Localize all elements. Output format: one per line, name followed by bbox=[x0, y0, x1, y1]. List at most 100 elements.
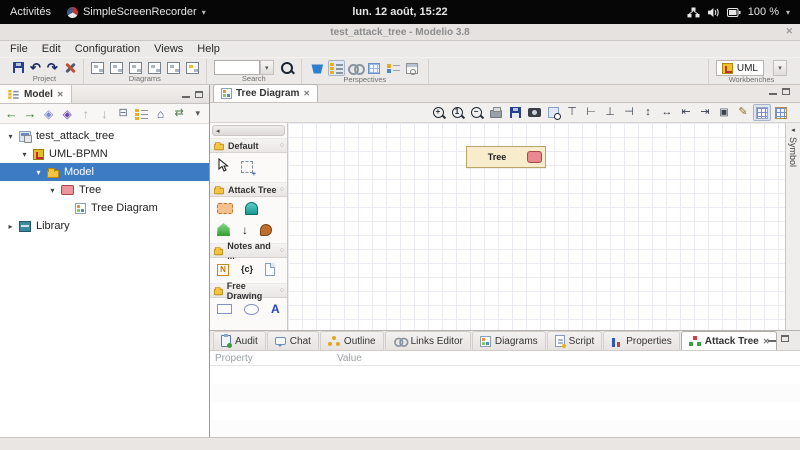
pin-icon[interactable]: ○ bbox=[280, 247, 284, 254]
maximize-button[interactable] bbox=[782, 88, 790, 95]
checklist-perspective-button[interactable] bbox=[385, 60, 402, 76]
move-down-button[interactable]: ↓ bbox=[96, 105, 113, 122]
menu-configuration[interactable]: Configuration bbox=[68, 43, 147, 55]
search-history-dropdown[interactable]: ▾ bbox=[259, 60, 274, 75]
same-width-button[interactable]: ⇤ bbox=[677, 104, 695, 121]
undo-icon[interactable]: ↶ bbox=[30, 61, 41, 74]
package-diagram-icon[interactable] bbox=[109, 61, 123, 74]
screenshot-button[interactable] bbox=[525, 104, 543, 121]
tree-item-library[interactable]: ▸ Library bbox=[0, 217, 209, 235]
column-value[interactable]: Value bbox=[333, 353, 800, 364]
flat-view-button[interactable] bbox=[133, 105, 150, 122]
tab-properties[interactable]: Properties bbox=[603, 331, 680, 350]
expand-arrow-icon[interactable]: ▸ bbox=[6, 222, 15, 231]
rectangle-tool-icon[interactable] bbox=[217, 304, 232, 314]
expand-arrow-icon[interactable]: ▾ bbox=[34, 168, 43, 177]
column-property[interactable]: Property bbox=[210, 353, 333, 364]
app-indicator-menu[interactable]: SimpleScreenRecorder ▾ bbox=[66, 6, 206, 18]
tree-item-tree[interactable]: ▾ Tree bbox=[0, 181, 209, 199]
sequence-diagram-icon[interactable] bbox=[147, 61, 161, 74]
save-image-button[interactable] bbox=[506, 104, 524, 121]
zoom-out-button[interactable]: − bbox=[468, 104, 486, 121]
center-horizontal-button[interactable]: ↔ bbox=[658, 104, 676, 121]
close-icon[interactable]: ✕ bbox=[57, 90, 64, 99]
maximize-button[interactable] bbox=[195, 90, 203, 98]
tab-model[interactable]: Model ✕ bbox=[0, 85, 72, 103]
tree-item-tree-diagram[interactable]: Tree Diagram bbox=[0, 199, 209, 217]
minimize-button[interactable] bbox=[182, 95, 190, 98]
center-vertical-button[interactable]: ↕ bbox=[639, 104, 657, 121]
navigation-button[interactable]: ◈ bbox=[59, 105, 76, 122]
print-button[interactable] bbox=[487, 104, 505, 121]
expand-arrow-icon[interactable]: ▾ bbox=[20, 150, 29, 159]
style-button[interactable]: ✎ bbox=[734, 104, 752, 121]
use-case-diagram-icon[interactable] bbox=[128, 61, 142, 74]
or-gate-tool-icon[interactable] bbox=[217, 223, 230, 236]
save-icon[interactable] bbox=[13, 62, 24, 73]
workbench-selector[interactable]: UML bbox=[715, 60, 764, 76]
align-top-button[interactable]: ⊤ bbox=[563, 104, 581, 121]
ellipse-tool-icon[interactable] bbox=[244, 303, 259, 315]
tab-outline[interactable]: Outline bbox=[319, 331, 384, 350]
tree-item-uml-bpmn[interactable]: ▾ UML-BPMN bbox=[0, 145, 209, 163]
symbol-panel-collapsed[interactable]: ◂ Symbol bbox=[785, 123, 800, 330]
text-tool-icon[interactable]: A bbox=[271, 303, 280, 315]
tab-tree-diagram[interactable]: Tree Diagram ✕ bbox=[213, 84, 319, 102]
tab-script[interactable]: Script bbox=[546, 331, 603, 350]
window-close-button[interactable]: ✕ bbox=[785, 26, 793, 37]
fit-page-button[interactable]: ▣ bbox=[715, 104, 733, 121]
line-tool-icon[interactable]: → bbox=[217, 323, 229, 330]
minimize-button[interactable] bbox=[768, 340, 776, 342]
table-perspective-button[interactable] bbox=[366, 60, 383, 76]
sync-selection-button[interactable]: ⇄ bbox=[171, 105, 188, 122]
menu-edit[interactable]: Edit bbox=[35, 43, 68, 55]
search-icon[interactable] bbox=[280, 61, 294, 75]
bucket-button[interactable] bbox=[309, 60, 326, 76]
minimize-button[interactable] bbox=[769, 93, 777, 95]
menu-help[interactable]: Help bbox=[190, 43, 227, 55]
diagram-canvas[interactable]: Tree bbox=[288, 123, 785, 330]
links-perspective-button[interactable] bbox=[347, 60, 366, 76]
constraint-tool-icon[interactable]: {c} bbox=[241, 265, 253, 274]
activity-diagram-icon[interactable] bbox=[166, 61, 180, 74]
same-height-button[interactable]: ⇥ bbox=[696, 104, 714, 121]
grid-button[interactable] bbox=[753, 104, 771, 121]
properties-table-body[interactable] bbox=[210, 366, 800, 437]
expand-arrow-icon[interactable]: ▾ bbox=[48, 186, 57, 195]
select-tool-icon[interactable] bbox=[217, 157, 230, 175]
related-elements-button[interactable]: ◈ bbox=[40, 105, 57, 122]
note-tool-icon[interactable]: N bbox=[217, 263, 229, 276]
close-icon[interactable]: ✕ bbox=[303, 89, 310, 98]
pin-icon[interactable]: ○ bbox=[280, 186, 284, 193]
palette-section-free-drawing[interactable]: Free Drawing ○ bbox=[210, 281, 287, 301]
activities-button[interactable]: Activités bbox=[10, 6, 51, 18]
pin-icon[interactable]: ○ bbox=[280, 142, 284, 149]
snap-grid-button[interactable] bbox=[772, 104, 790, 121]
clock-button[interactable]: lun. 12 août, 15:22 bbox=[352, 6, 447, 18]
configure-icon[interactable] bbox=[64, 62, 76, 74]
tab-diagrams[interactable]: Diagrams bbox=[471, 331, 546, 350]
system-tray-menu[interactable]: 100 % ▾ bbox=[687, 6, 790, 18]
search-input[interactable] bbox=[213, 60, 260, 75]
palette-section-notes-and-[interactable]: Notes and ... ○ bbox=[210, 241, 287, 261]
workbench-dropdown[interactable]: ▾ bbox=[773, 60, 787, 76]
home-button[interactable]: ⌂ bbox=[152, 105, 169, 122]
align-left-button[interactable]: ⊢ bbox=[582, 104, 600, 121]
attack-node-tool-icon[interactable] bbox=[217, 203, 233, 214]
view-menu-button[interactable]: ▾ bbox=[189, 105, 206, 122]
document-tool-icon[interactable] bbox=[265, 263, 276, 276]
tab-links-editor[interactable]: Links Editor bbox=[384, 331, 471, 350]
pin-icon[interactable]: ○ bbox=[280, 287, 284, 294]
collapse-all-button[interactable]: ⊟ bbox=[115, 105, 132, 122]
align-right-button[interactable]: ⊣ bbox=[620, 104, 638, 121]
tab-attack-tree[interactable]: Attack Tree ✕ bbox=[680, 331, 778, 350]
palette-collapse-button[interactable]: ◂ bbox=[212, 125, 285, 136]
forward-button[interactable]: → bbox=[22, 105, 39, 122]
move-up-button[interactable]: ↑ bbox=[78, 105, 95, 122]
planning-perspective-button[interactable] bbox=[404, 60, 421, 76]
model-perspective-button[interactable] bbox=[327, 60, 345, 76]
expand-arrow-icon[interactable]: ▾ bbox=[6, 132, 15, 141]
maximize-button[interactable] bbox=[781, 335, 789, 342]
align-bottom-button[interactable]: ⊥ bbox=[601, 104, 619, 121]
matrix-diagram-icon[interactable] bbox=[185, 61, 199, 74]
